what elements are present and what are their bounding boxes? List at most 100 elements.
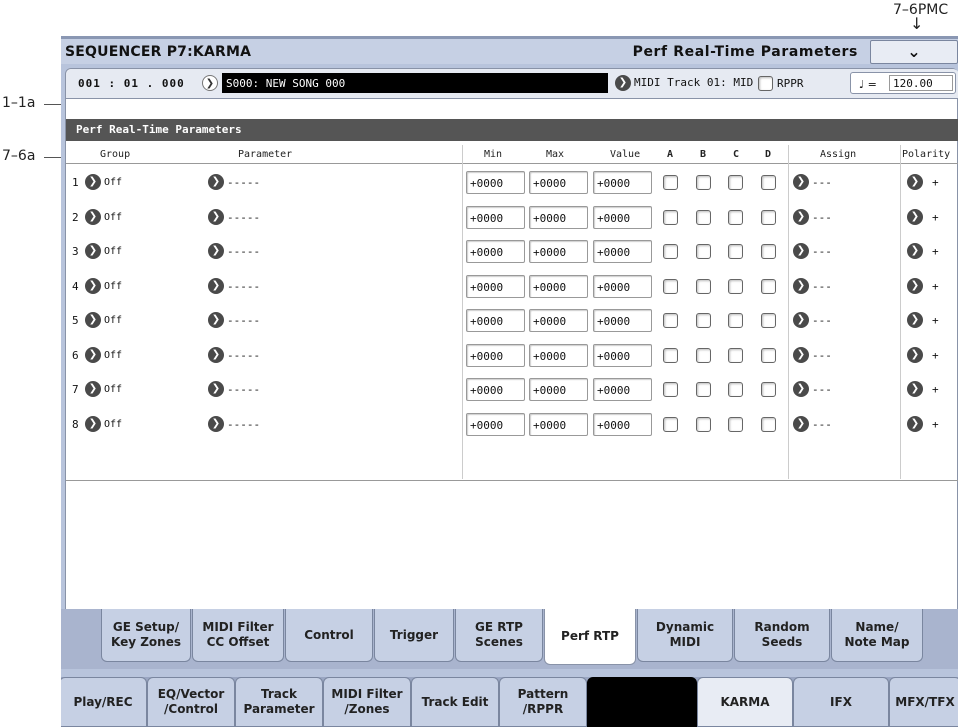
group-select-arrow-icon[interactable]: ❯: [85, 208, 101, 225]
scene-b-checkbox[interactable]: [696, 416, 711, 432]
assign-select-arrow-icon[interactable]: ❯: [793, 415, 809, 432]
scene-c-checkbox[interactable]: [728, 209, 743, 225]
scene-d-checkbox[interactable]: [761, 382, 776, 397]
page-tab-0[interactable]: Play/REC: [61, 677, 147, 727]
sub-tab-2[interactable]: Control: [285, 609, 373, 662]
scene-d-checkbox[interactable]: [761, 416, 776, 432]
min-field[interactable]: +0000: [466, 274, 525, 298]
scene-b-checkbox[interactable]: [696, 278, 711, 294]
sub-tab-4[interactable]: GE RTP Scenes: [455, 609, 543, 662]
scene-b-checkbox[interactable]: [696, 209, 711, 225]
scene-c-checkbox[interactable]: [728, 175, 743, 190]
track-select-arrow-icon[interactable]: ❯: [615, 75, 631, 91]
page-tab-7[interactable]: KARMA: [697, 677, 793, 727]
page-tab-8[interactable]: IFX: [793, 677, 889, 727]
scene-a-checkbox[interactable]: [663, 382, 678, 397]
min-field[interactable]: +0000: [466, 343, 525, 367]
sub-tab-1[interactable]: MIDI Filter CC Offset: [192, 609, 284, 662]
scene-a-checkbox[interactable]: [663, 347, 678, 363]
assign-select-arrow-icon[interactable]: ❯: [793, 346, 809, 363]
scene-c-checkbox[interactable]: [728, 313, 743, 328]
sub-tab-3[interactable]: Trigger: [374, 609, 454, 662]
scene-d-checkbox[interactable]: [761, 347, 776, 363]
location-readout[interactable]: 001 : 01 . 000: [78, 77, 185, 90]
scene-b-checkbox[interactable]: [696, 313, 711, 328]
scene-a-checkbox[interactable]: [663, 175, 678, 190]
rppr-checkbox[interactable]: [758, 76, 773, 91]
group-select-arrow-icon[interactable]: ❯: [85, 277, 101, 294]
parameter-select-arrow-icon[interactable]: ❯: [208, 174, 224, 190]
scene-d-checkbox[interactable]: [761, 278, 776, 294]
song-name-field[interactable]: S000: NEW SONG 000: [222, 73, 608, 93]
song-select-arrow-icon[interactable]: ❯: [202, 75, 218, 91]
scene-d-checkbox[interactable]: [761, 175, 776, 190]
polarity-select-arrow-icon[interactable]: ❯: [907, 174, 923, 190]
value-field[interactable]: +0000: [593, 378, 652, 401]
group-select-arrow-icon[interactable]: ❯: [85, 243, 101, 259]
parameter-select-arrow-icon[interactable]: ❯: [208, 381, 224, 397]
polarity-select-arrow-icon[interactable]: ❯: [907, 208, 923, 225]
page-tab-3[interactable]: MIDI Filter/Zones: [323, 677, 411, 727]
tempo-field[interactable]: 120.00: [889, 75, 953, 91]
scene-a-checkbox[interactable]: [663, 313, 678, 328]
parameter-select-arrow-icon[interactable]: ❯: [208, 415, 224, 432]
parameter-select-arrow-icon[interactable]: ❯: [208, 208, 224, 225]
page-menu-button[interactable]: ⌄: [870, 40, 958, 64]
scene-c-checkbox[interactable]: [728, 382, 743, 397]
polarity-select-arrow-icon[interactable]: ❯: [907, 277, 923, 294]
scene-a-checkbox[interactable]: [663, 278, 678, 294]
scene-d-checkbox[interactable]: [761, 209, 776, 225]
group-select-arrow-icon[interactable]: ❯: [85, 415, 101, 432]
sub-tab-8[interactable]: Name/Note Map: [831, 609, 923, 662]
page-tab-5[interactable]: Pattern/RPPR: [499, 677, 587, 727]
min-field[interactable]: +0000: [466, 205, 525, 229]
value-field[interactable]: +0000: [593, 343, 652, 367]
scene-c-checkbox[interactable]: [728, 244, 743, 259]
page-tab-1[interactable]: EQ/Vector/Control: [147, 677, 235, 727]
value-field[interactable]: +0000: [593, 205, 652, 229]
group-select-arrow-icon[interactable]: ❯: [85, 312, 101, 328]
page-tab-9[interactable]: MFX/TFX: [889, 677, 958, 727]
scene-a-checkbox[interactable]: [663, 416, 678, 432]
assign-select-arrow-icon[interactable]: ❯: [793, 243, 809, 259]
max-field[interactable]: +0000: [529, 343, 588, 367]
value-field[interactable]: +0000: [593, 274, 652, 298]
group-select-arrow-icon[interactable]: ❯: [85, 346, 101, 363]
min-field[interactable]: +0000: [466, 171, 525, 194]
page-tab-2[interactable]: Track Parameter: [235, 677, 323, 727]
assign-select-arrow-icon[interactable]: ❯: [793, 312, 809, 328]
scene-b-checkbox[interactable]: [696, 347, 711, 363]
min-field[interactable]: +0000: [466, 412, 525, 436]
polarity-select-arrow-icon[interactable]: ❯: [907, 312, 923, 328]
max-field[interactable]: +0000: [529, 412, 588, 436]
assign-select-arrow-icon[interactable]: ❯: [793, 208, 809, 225]
sub-tab-0[interactable]: GE Setup/Key Zones: [101, 609, 191, 662]
min-field[interactable]: +0000: [466, 240, 525, 263]
polarity-select-arrow-icon[interactable]: ❯: [907, 381, 923, 397]
polarity-select-arrow-icon[interactable]: ❯: [907, 346, 923, 363]
scene-c-checkbox[interactable]: [728, 416, 743, 432]
assign-select-arrow-icon[interactable]: ❯: [793, 174, 809, 190]
scene-d-checkbox[interactable]: [761, 313, 776, 328]
scene-b-checkbox[interactable]: [696, 175, 711, 190]
scene-d-checkbox[interactable]: [761, 244, 776, 259]
max-field[interactable]: +0000: [529, 240, 588, 263]
page-tab-4[interactable]: Track Edit: [411, 677, 499, 727]
assign-select-arrow-icon[interactable]: ❯: [793, 277, 809, 294]
sub-tab-5[interactable]: Perf RTP: [544, 609, 636, 665]
value-field[interactable]: +0000: [593, 240, 652, 263]
scene-a-checkbox[interactable]: [663, 209, 678, 225]
parameter-select-arrow-icon[interactable]: ❯: [208, 312, 224, 328]
group-select-arrow-icon[interactable]: ❯: [85, 174, 101, 190]
scene-b-checkbox[interactable]: [696, 382, 711, 397]
polarity-select-arrow-icon[interactable]: ❯: [907, 415, 923, 432]
scene-c-checkbox[interactable]: [728, 278, 743, 294]
max-field[interactable]: +0000: [529, 378, 588, 401]
max-field[interactable]: +0000: [529, 274, 588, 298]
group-select-arrow-icon[interactable]: ❯: [85, 381, 101, 397]
min-field[interactable]: +0000: [466, 309, 525, 332]
min-field[interactable]: +0000: [466, 378, 525, 401]
value-field[interactable]: +0000: [593, 309, 652, 332]
assign-select-arrow-icon[interactable]: ❯: [793, 381, 809, 397]
max-field[interactable]: +0000: [529, 205, 588, 229]
